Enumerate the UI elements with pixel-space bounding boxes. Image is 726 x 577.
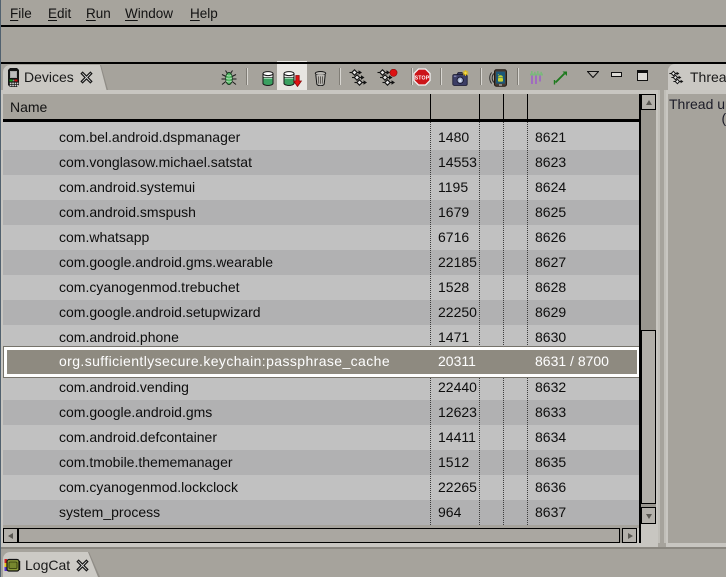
svg-text:STOP: STOP	[415, 75, 430, 81]
